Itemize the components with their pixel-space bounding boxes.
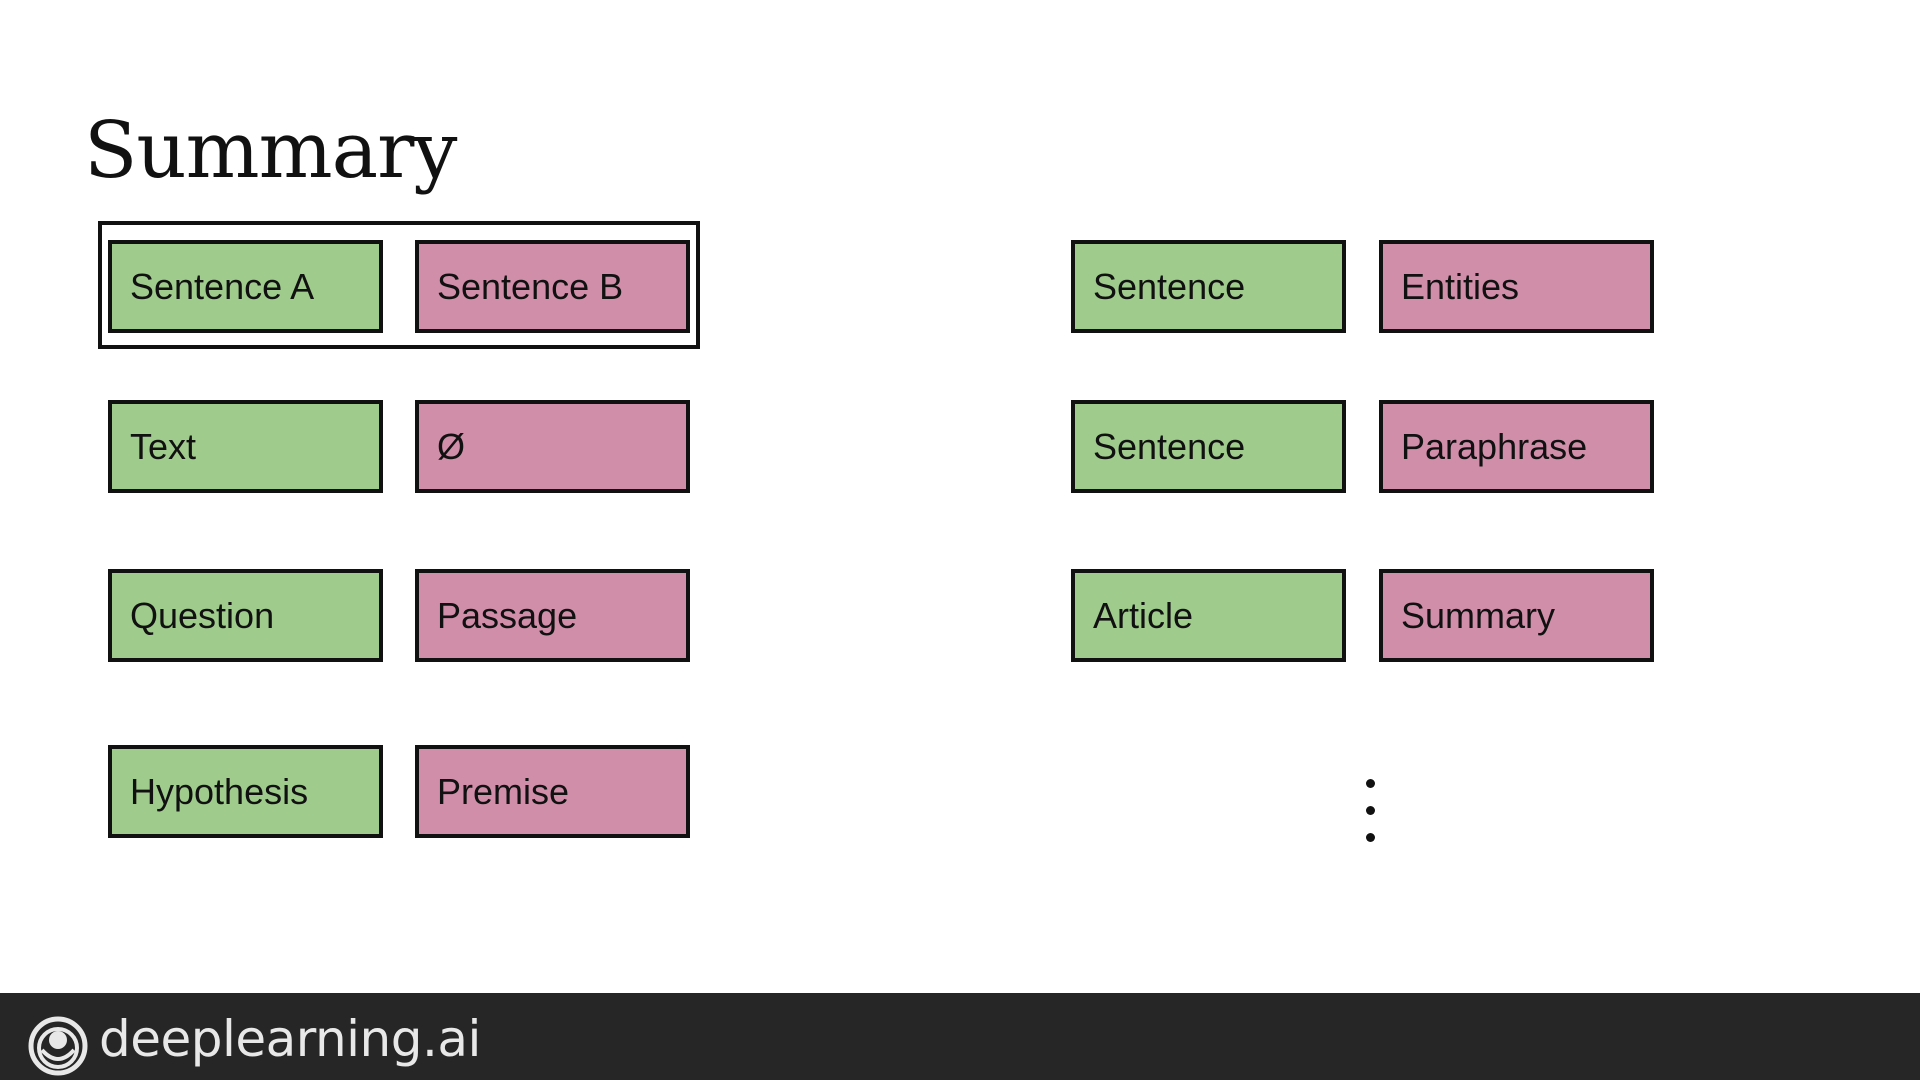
brand-name: deeplearning.ai [99,1010,481,1068]
slide: Summary Sentence A Sentence B Text Ø Que… [0,0,1920,1080]
context-box: Ø [415,400,690,493]
context-box: Entities [1379,240,1654,333]
input-box: Hypothesis [108,745,383,838]
slide-title: Summary [84,106,457,196]
context-box: Passage [415,569,690,662]
input-box: Sentence A [108,240,383,333]
context-box: Paraphrase [1379,400,1654,493]
context-box: Summary [1379,569,1654,662]
input-box: Question [108,569,383,662]
input-box: Sentence [1071,400,1346,493]
input-box: Text [108,400,383,493]
vertical-ellipsis-icon [1362,779,1378,843]
deeplearning-logo-icon [28,1016,88,1076]
context-box: Sentence B [415,240,690,333]
input-box: Sentence [1071,240,1346,333]
context-box: Premise [415,745,690,838]
input-box: Article [1071,569,1346,662]
